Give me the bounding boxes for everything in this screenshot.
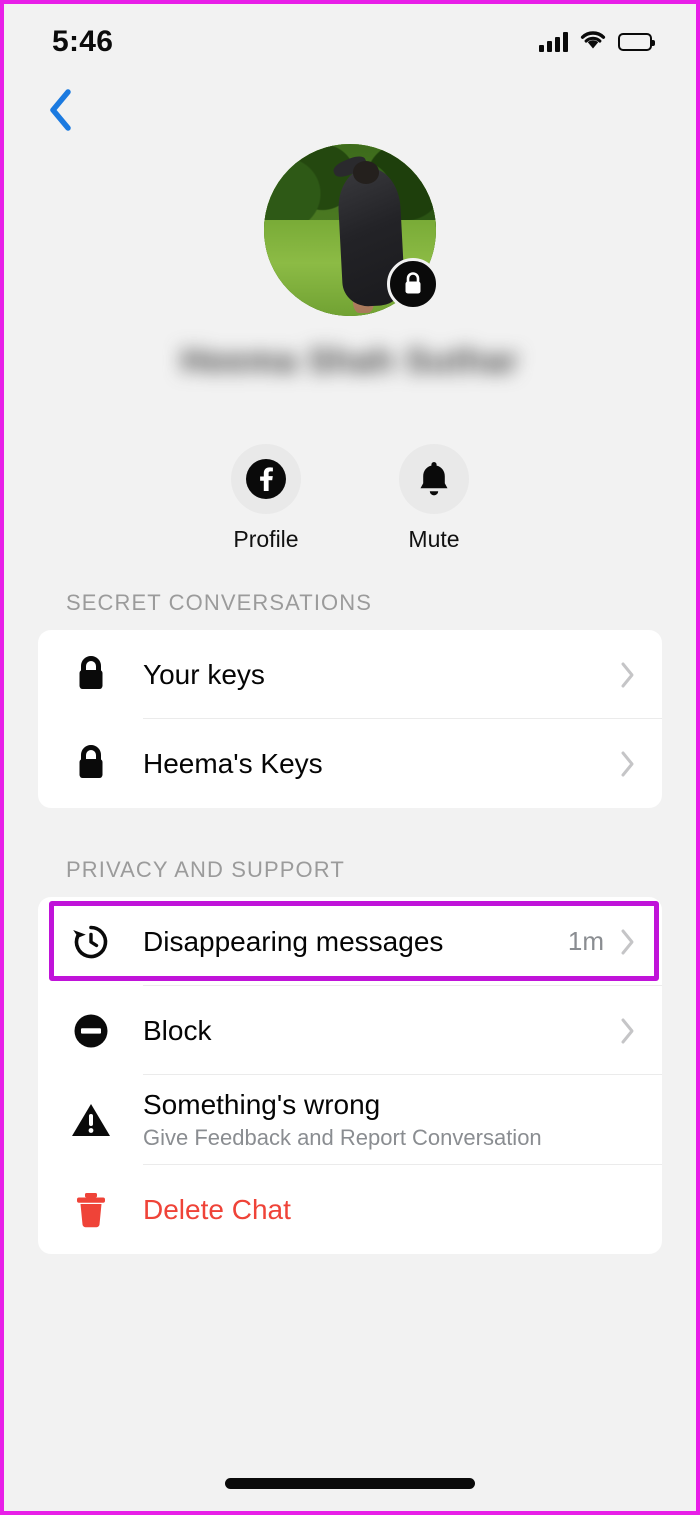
row-heemas-keys[interactable]: Heema's Keys [38,719,662,808]
row-your-keys-body: Your keys [143,645,620,705]
row-title: Your keys [143,658,265,690]
status-time: 5:46 [52,25,114,58]
privacy-support-card: Disappearing messages 1m Block Something… [38,897,662,1254]
action-profile[interactable]: Profile [206,444,326,553]
status-bar: 5:46 [4,4,696,80]
row-delete-chat[interactable]: Delete Chat [38,1165,662,1254]
history-clock-icon [38,921,143,963]
cellular-signal-icon [539,32,568,52]
row-block-body: Block [143,1001,620,1061]
action-mute-circle [399,444,469,514]
lock-icon [38,654,143,696]
row-delete-chat-body: Delete Chat [143,1180,636,1240]
row-somethings-wrong-body: Something's wrong Give Feedback and Repo… [143,1075,636,1165]
avatar[interactable] [264,144,439,316]
nav-bar [4,80,696,144]
facebook-icon [246,459,286,499]
bell-icon [420,462,448,496]
lock-badge-icon [387,258,439,310]
back-chevron-icon [50,89,71,131]
phone-screen: 5:46 Heema Shah Suthar Profile Mute SECR… [0,0,700,1515]
home-indicator [225,1478,475,1489]
profile-name: Heema Shah Suthar [180,342,520,380]
profile-header: Heema Shah Suthar [4,144,696,381]
row-your-keys[interactable]: Your keys [38,630,662,719]
row-title: Disappearing messages [143,925,444,957]
battery-icon [618,33,655,51]
row-title: Something's wrong [143,1089,381,1120]
row-heemas-keys-body: Heema's Keys [143,734,620,794]
row-title: Heema's Keys [143,747,323,779]
secret-conversations-card: Your keys Heema's Keys [38,630,662,808]
section-privacy-and-support: PRIVACY AND SUPPORT Disappearing message… [4,857,696,1254]
row-block[interactable]: Block [38,986,662,1075]
block-icon [38,1011,143,1051]
row-disappearing-messages-body: Disappearing messages [143,912,568,972]
disappearing-messages-value: 1m [567,926,604,956]
chevron-right-icon [620,1017,636,1045]
quick-actions: Profile Mute [4,444,696,553]
row-somethings-wrong[interactable]: Something's wrong Give Feedback and Repo… [38,1075,662,1165]
row-subtitle: Give Feedback and Report Conversation [143,1125,542,1150]
row-disappearing-messages[interactable]: Disappearing messages 1m [38,897,662,986]
action-profile-label: Profile [233,526,299,552]
lock-icon [38,743,143,785]
action-mute[interactable]: Mute [374,444,494,553]
action-mute-label: Mute [408,526,460,552]
section-title-secret: SECRET CONVERSATIONS [66,590,373,615]
chevron-right-icon [620,750,636,778]
section-secret-conversations: SECRET CONVERSATIONS Your keys Heema's K… [4,590,696,808]
row-title: Delete Chat [143,1193,291,1225]
row-title: Block [143,1014,212,1046]
section-title-privacy: PRIVACY AND SUPPORT [66,857,345,882]
chevron-right-icon [620,661,636,689]
status-icons [539,29,655,55]
trash-icon [38,1189,143,1231]
back-button[interactable] [34,80,86,140]
action-profile-circle [231,444,301,514]
warning-triangle-icon [38,1101,143,1139]
chevron-right-icon [620,928,636,956]
wifi-icon [579,29,607,55]
